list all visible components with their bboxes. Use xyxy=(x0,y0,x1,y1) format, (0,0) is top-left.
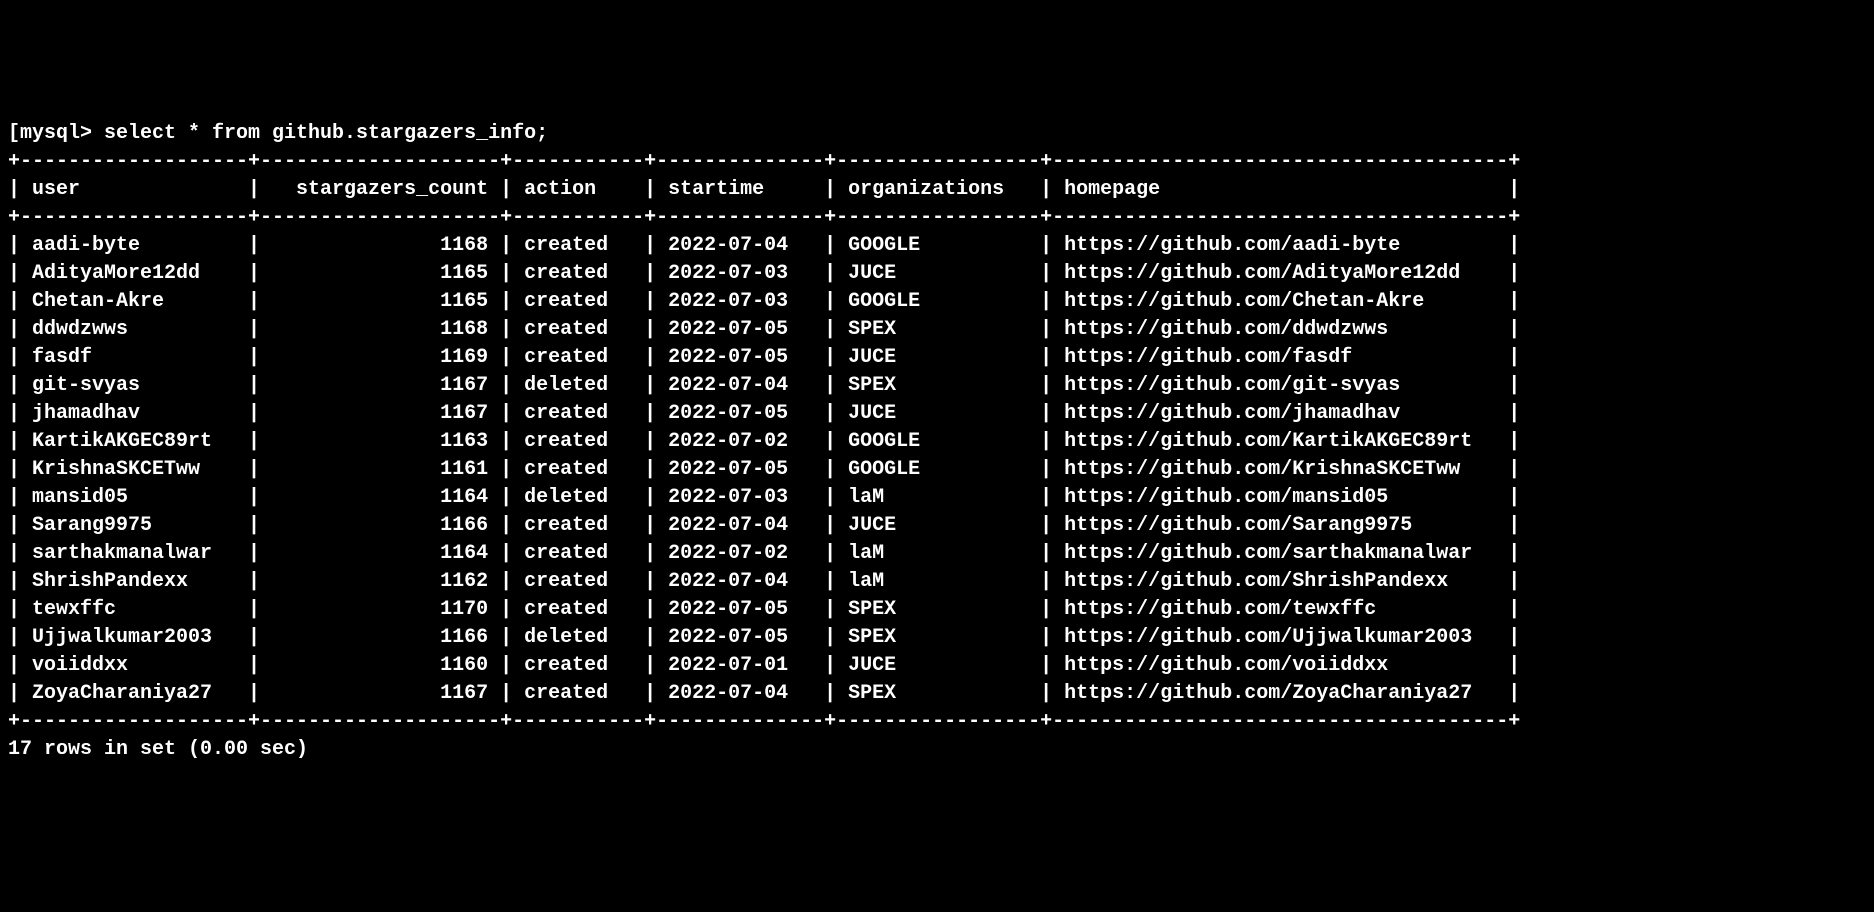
terminal-output: [mysql> select * from github.stargazers_… xyxy=(8,120,1866,764)
table-border-bottom: +-------------------+-------------------… xyxy=(8,710,1520,733)
mysql-prompt: [mysql> xyxy=(8,122,104,145)
prompt-line: [mysql> select * from github.stargazers_… xyxy=(8,122,548,145)
table-body: | aadi-byte | 1168 | created | 2022-07-0… xyxy=(8,234,1520,705)
sql-query: select * from github.stargazers_info; xyxy=(104,122,548,145)
table-border-mid: +-------------------+-------------------… xyxy=(8,206,1520,229)
table-border-top: +-------------------+-------------------… xyxy=(8,150,1520,173)
result-footer: 17 rows in set (0.00 sec) xyxy=(8,738,308,761)
table-header-row: | user | stargazers_count | action | sta… xyxy=(8,178,1520,201)
